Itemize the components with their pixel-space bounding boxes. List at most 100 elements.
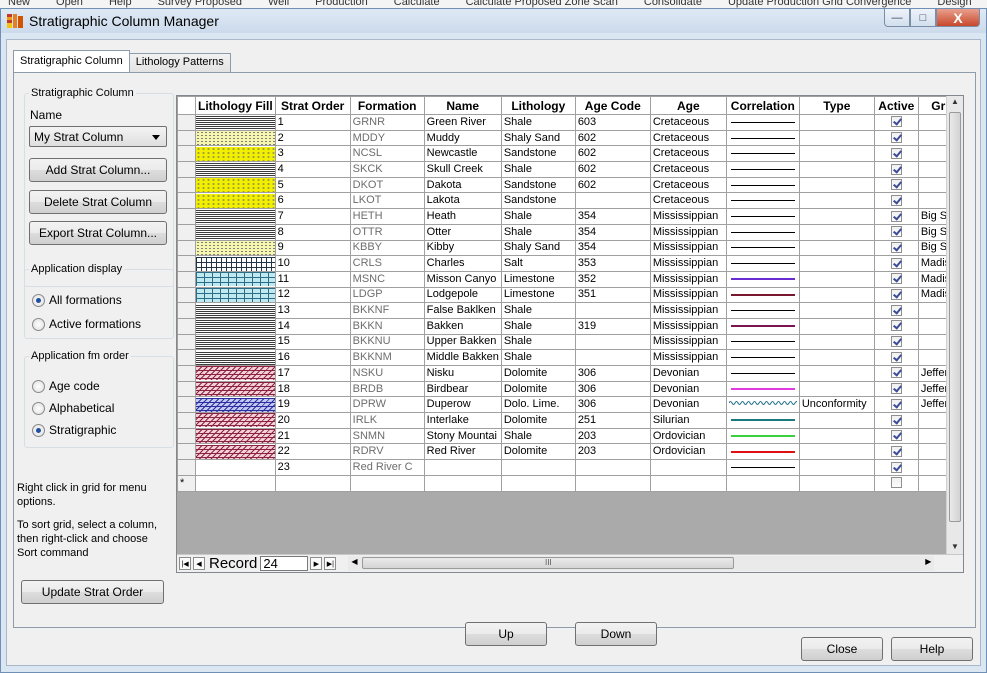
tab-lithology-patterns[interactable]: Lithology Patterns bbox=[128, 53, 231, 72]
lithology-fill-cell[interactable] bbox=[195, 192, 276, 210]
row-header[interactable] bbox=[177, 396, 196, 414]
empty-cell[interactable] bbox=[500, 474, 576, 492]
empty-cell[interactable] bbox=[649, 474, 727, 492]
formation-cell[interactable]: RDRV bbox=[349, 443, 425, 461]
scroll-up-icon[interactable]: ▲ bbox=[951, 97, 959, 106]
empty-cell[interactable] bbox=[725, 474, 800, 492]
age-code-cell[interactable]: 203 bbox=[574, 427, 651, 445]
formation-cell[interactable]: HETH bbox=[349, 208, 425, 225]
active-checkbox[interactable] bbox=[890, 477, 902, 489]
active-checkbox[interactable] bbox=[890, 194, 902, 206]
empty-cell[interactable] bbox=[574, 474, 651, 492]
active-cell[interactable] bbox=[873, 302, 919, 319]
age-cell[interactable]: Mississippian bbox=[649, 223, 727, 241]
active-cell[interactable] bbox=[873, 192, 919, 210]
active-checkbox[interactable] bbox=[890, 163, 902, 175]
active-cell[interactable] bbox=[873, 255, 919, 272]
scroll-right-icon[interactable]: ▶ bbox=[925, 557, 931, 566]
column-header[interactable]: Strat Order bbox=[274, 96, 351, 115]
age-code-cell[interactable] bbox=[574, 349, 651, 366]
active-cell[interactable] bbox=[873, 176, 919, 194]
lithology-fill-cell[interactable] bbox=[195, 302, 276, 319]
lithology-cell[interactable]: Sandstone bbox=[500, 176, 576, 194]
lithology-cell[interactable]: Dolomite bbox=[500, 443, 576, 461]
close-button[interactable]: Close bbox=[801, 637, 883, 661]
correlation-cell[interactable] bbox=[725, 412, 800, 429]
row-header[interactable] bbox=[177, 412, 196, 429]
name-cell[interactable]: Newcastle bbox=[423, 145, 502, 163]
strat-order-cell[interactable]: 7 bbox=[274, 208, 351, 225]
empty-cell[interactable] bbox=[274, 474, 351, 492]
strat-order-cell[interactable]: 15 bbox=[274, 333, 351, 351]
age-code-cell[interactable]: 319 bbox=[574, 317, 651, 335]
column-header[interactable]: Name bbox=[423, 96, 502, 115]
active-cell[interactable] bbox=[873, 427, 919, 445]
age-code-cell[interactable]: 203 bbox=[574, 443, 651, 461]
active-cell[interactable] bbox=[873, 396, 919, 414]
age-code-cell[interactable]: 603 bbox=[574, 114, 651, 131]
row-header[interactable] bbox=[177, 114, 196, 131]
type-cell[interactable] bbox=[798, 302, 875, 319]
correlation-cell[interactable] bbox=[725, 239, 800, 257]
radio-button[interactable] bbox=[32, 401, 45, 415]
lithology-fill-cell[interactable] bbox=[195, 349, 276, 366]
age-code-cell[interactable]: 602 bbox=[574, 161, 651, 178]
formation-cell[interactable]: SNMN bbox=[349, 427, 425, 445]
name-cell[interactable]: Charles bbox=[423, 255, 502, 272]
lithology-fill-cell[interactable] bbox=[195, 239, 276, 257]
type-cell[interactable] bbox=[798, 270, 875, 288]
age-code-cell[interactable]: 306 bbox=[574, 380, 651, 398]
active-checkbox[interactable] bbox=[890, 367, 902, 379]
active-checkbox[interactable] bbox=[890, 257, 902, 269]
name-cell[interactable]: False Baklken bbox=[423, 302, 502, 319]
active-checkbox[interactable] bbox=[890, 226, 902, 238]
name-cell[interactable]: Duperow bbox=[423, 396, 502, 414]
name-cell[interactable]: Middle Bakken bbox=[423, 349, 502, 366]
type-cell[interactable] bbox=[798, 317, 875, 335]
radio-age-code[interactable]: Age code bbox=[32, 379, 100, 393]
correlation-cell[interactable] bbox=[725, 427, 800, 445]
type-cell[interactable] bbox=[798, 239, 875, 257]
active-cell[interactable] bbox=[873, 365, 919, 382]
age-cell[interactable]: Devonian bbox=[649, 365, 727, 382]
row-header[interactable] bbox=[177, 161, 196, 178]
formation-cell[interactable]: BKKNU bbox=[349, 333, 425, 351]
active-cell[interactable] bbox=[873, 270, 919, 288]
active-cell[interactable] bbox=[873, 114, 919, 131]
row-header[interactable] bbox=[177, 176, 196, 194]
maximize-button[interactable]: □ bbox=[910, 9, 936, 27]
strat-order-cell[interactable]: 8 bbox=[274, 223, 351, 241]
active-checkbox[interactable] bbox=[890, 351, 902, 363]
lithology-fill-cell[interactable] bbox=[195, 255, 276, 272]
strat-order-cell[interactable]: 19 bbox=[274, 396, 351, 414]
correlation-cell[interactable] bbox=[725, 365, 800, 382]
age-cell[interactable]: Mississippian bbox=[649, 286, 727, 304]
correlation-cell[interactable] bbox=[725, 176, 800, 194]
age-code-cell[interactable]: 354 bbox=[574, 223, 651, 241]
lithology-fill-cell[interactable] bbox=[195, 270, 276, 288]
age-code-cell[interactable] bbox=[574, 302, 651, 319]
age-cell[interactable]: Mississippian bbox=[649, 333, 727, 351]
lithology-cell[interactable]: Shale bbox=[500, 208, 576, 225]
title-bar[interactable]: Stratigraphic Column Manager — □ X bbox=[1, 9, 986, 33]
lithology-cell[interactable]: Sandstone bbox=[500, 145, 576, 163]
type-cell[interactable] bbox=[798, 412, 875, 429]
name-cell[interactable]: Green River bbox=[423, 114, 502, 131]
strat-order-cell[interactable]: 13 bbox=[274, 302, 351, 319]
formation-cell[interactable]: BKKN bbox=[349, 317, 425, 335]
name-cell[interactable]: Skull Creek bbox=[423, 161, 502, 178]
lithology-cell[interactable]: Dolomite bbox=[500, 380, 576, 398]
type-cell[interactable] bbox=[798, 176, 875, 194]
scroll-left-icon[interactable]: ◀ bbox=[351, 557, 357, 566]
empty-cell[interactable] bbox=[423, 474, 502, 492]
lithology-cell[interactable]: Limestone bbox=[500, 270, 576, 288]
lithology-fill-cell[interactable] bbox=[195, 208, 276, 225]
type-cell[interactable] bbox=[798, 286, 875, 304]
age-cell[interactable] bbox=[649, 459, 727, 476]
lithology-cell[interactable]: Shaly Sand bbox=[500, 129, 576, 147]
row-header[interactable] bbox=[177, 223, 196, 241]
type-cell[interactable] bbox=[798, 380, 875, 398]
formation-cell[interactable]: SKCK bbox=[349, 161, 425, 178]
type-cell[interactable] bbox=[798, 223, 875, 241]
active-checkbox[interactable] bbox=[890, 179, 902, 191]
